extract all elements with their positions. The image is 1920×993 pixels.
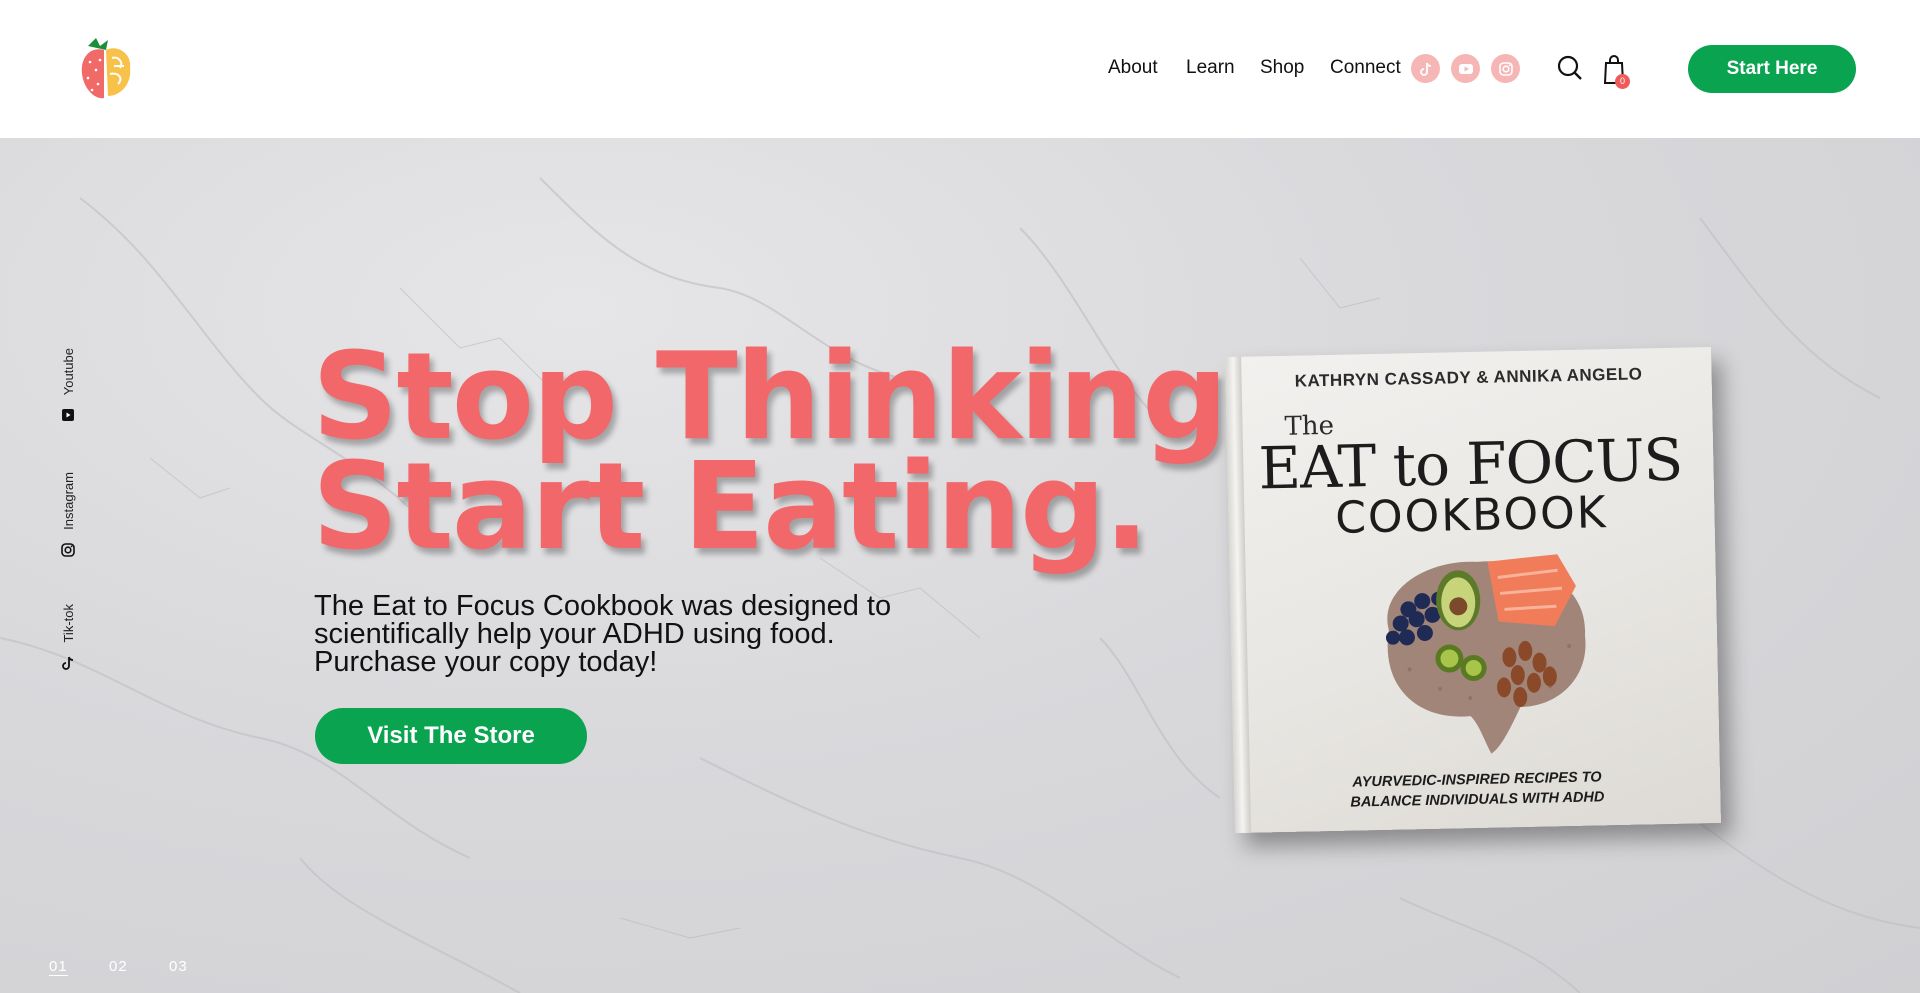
visit-store-button[interactable]: Visit The Store <box>315 708 587 764</box>
side-instagram-label: Instagram <box>60 472 76 530</box>
headline-line-2: Start Eating. <box>312 438 1149 577</box>
side-tiktok-link[interactable]: Tik-tok <box>60 604 76 671</box>
slide-pager-03[interactable]: 03 <box>169 958 188 975</box>
nav-learn[interactable]: Learn <box>1186 57 1235 79</box>
youtube-icon <box>1458 63 1473 74</box>
side-tiktok-label: Tik-tok <box>60 604 76 643</box>
site-header: About Learn Shop Connect 0 Start Here <box>0 0 1920 138</box>
book-subtitle: COOKBOOK <box>1334 487 1609 544</box>
book-authors: KATHRYN CASSADY & ANNIKA ANGELO <box>1294 364 1643 391</box>
food-brain-illustration <box>1385 554 1586 754</box>
slide-pager-02[interactable]: 02 <box>109 958 128 975</box>
headline-line-1: Stop Thinking. <box>312 328 1272 467</box>
nav-connect[interactable]: Connect <box>1330 57 1401 79</box>
header-instagram-link[interactable] <box>1491 54 1520 83</box>
side-instagram-link[interactable]: Instagram <box>60 472 76 558</box>
youtube-icon <box>62 409 74 422</box>
tiktok-icon <box>62 656 74 670</box>
hero-headline: Stop Thinking. Start Eating. <box>312 328 1272 577</box>
tiktok-icon <box>1419 62 1431 76</box>
slide-pager-01[interactable]: 01 <box>49 958 68 976</box>
instagram-icon <box>1498 61 1513 76</box>
book-tagline: AYURVEDIC-INSPIRED RECIPES TO BALANCE IN… <box>1234 765 1721 815</box>
side-youtube-link[interactable]: Youtube <box>60 348 76 423</box>
nav-shop[interactable]: Shop <box>1260 57 1304 79</box>
start-here-button[interactable]: Start Here <box>1688 45 1856 93</box>
search-icon <box>1557 55 1582 80</box>
hero-section: Youtube Instagram Tik-tok Stop Thinking.… <box>0 138 1920 993</box>
search-button[interactable] <box>1556 54 1584 82</box>
site-logo[interactable] <box>78 36 134 102</box>
side-youtube-label: Youtube <box>60 348 76 396</box>
hero-subtext: The Eat to Focus Cookbook was designed t… <box>314 590 892 678</box>
cart-count-badge: 0 <box>1615 74 1630 89</box>
nav-about[interactable]: About <box>1108 57 1158 79</box>
instagram-icon <box>61 543 75 557</box>
cookbook-image: KATHRYN CASSADY & ANNIKA ANGELO The EAT … <box>1225 346 1721 834</box>
header-youtube-link[interactable] <box>1451 54 1480 83</box>
strawberry-brain-logo-icon <box>81 38 131 99</box>
header-tiktok-link[interactable] <box>1411 54 1440 83</box>
